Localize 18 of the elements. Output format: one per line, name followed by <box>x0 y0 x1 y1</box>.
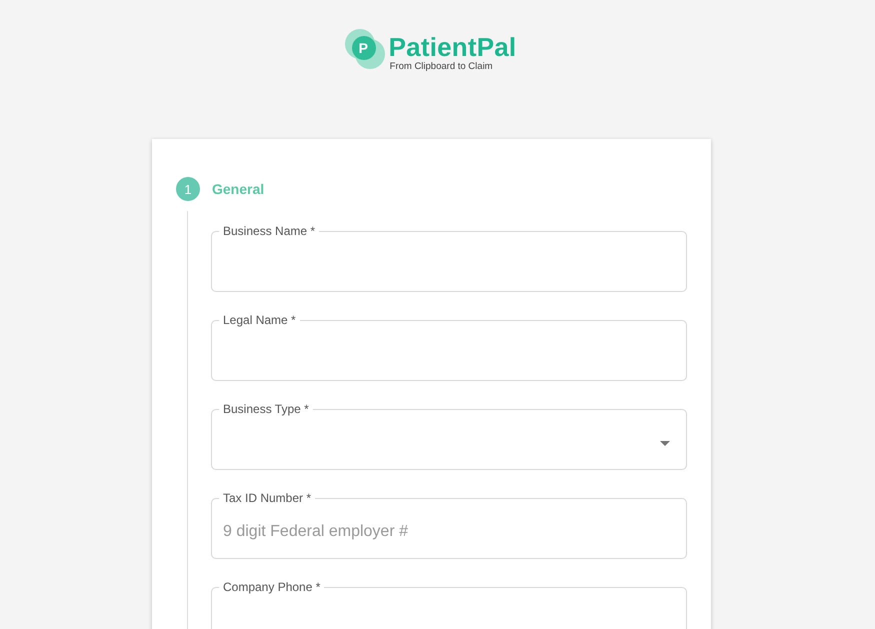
dropdown-field[interactable]: Business Type * <box>211 402 687 470</box>
step-title: General <box>212 181 264 197</box>
logo-icon <box>344 29 385 69</box>
text-input[interactable]: 9 digit Federal employer # <box>212 506 686 558</box>
brand-name: PatientPal <box>388 33 516 61</box>
text-field[interactable]: Company Phone * <box>211 580 687 629</box>
field-label: Legal Name * <box>222 313 297 328</box>
text-field[interactable]: Business Name * <box>211 224 687 292</box>
field-label: Business Name * <box>222 224 316 239</box>
field-label: Company Phone * <box>222 580 322 595</box>
brand-tagline: From Clipboard to Claim <box>390 61 494 73</box>
caret-icon <box>660 440 670 446</box>
step-number: 1 <box>176 177 200 201</box>
field-label: Business Type * <box>222 402 310 417</box>
field-label: Tax ID Number * <box>222 491 312 506</box>
logo-letter: P <box>358 40 368 56</box>
text-field[interactable]: Tax ID Number * 9 digit Federal employer # <box>211 491 687 559</box>
text-field[interactable]: Legal Name * <box>211 313 687 381</box>
